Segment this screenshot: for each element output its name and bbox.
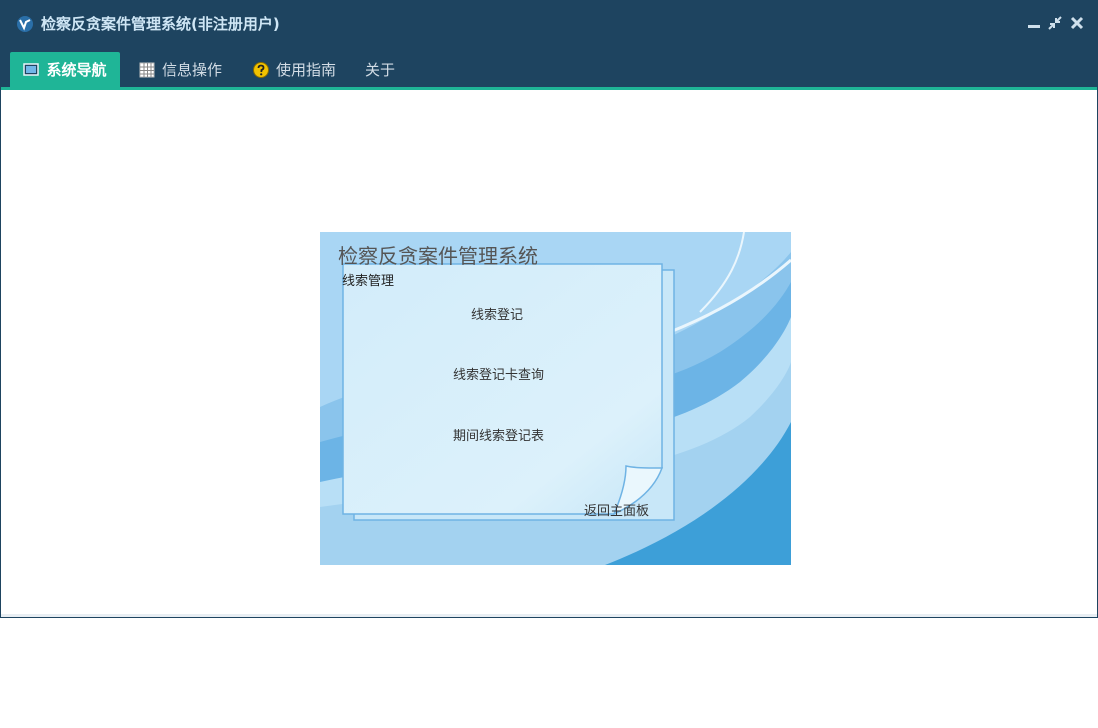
menu-item-label: 使用指南 <box>276 61 337 79</box>
menu-item-info-ops[interactable]: 信息操作 <box>139 52 222 87</box>
app-logo-icon <box>17 16 33 32</box>
back-to-main-link[interactable]: 返回主面板 <box>584 500 649 519</box>
minimize-icon[interactable] <box>1026 15 1042 31</box>
link-clue-registration[interactable]: 线索登记 <box>471 304 523 323</box>
link-clue-card-query[interactable]: 线索登记卡查询 <box>453 364 544 383</box>
menu-item-label: 系统导航 <box>46 61 107 79</box>
window-title: 检察反贪案件管理系统(非注册用户) <box>41 15 280 33</box>
monitor-icon <box>23 62 40 76</box>
menu-item-label: 关于 <box>365 61 396 79</box>
content-bottom-border <box>1 614 1097 617</box>
restore-icon[interactable] <box>1047 15 1063 31</box>
panel-title: 检察反贪案件管理系统 <box>338 244 538 268</box>
menu-item-user-guide[interactable]: 使用指南 <box>253 52 336 87</box>
app-window: 检察反贪案件管理系统(非注册用户) 系统导航 信息操作 使用指南 关于 检察反贪… <box>0 0 1098 618</box>
help-icon <box>253 61 269 78</box>
menu-item-about[interactable]: 关于 <box>365 52 395 87</box>
navigation-panel: 检察反贪案件管理系统 线索管理 线索登记 线索登记卡查询 期间线索登记表 返回主… <box>320 232 791 565</box>
section-label: 线索管理 <box>342 274 395 289</box>
menu-item-label: 信息操作 <box>162 61 223 79</box>
menu-bar: 系统导航 信息操作 使用指南 关于 <box>1 47 1097 87</box>
link-period-clue-table[interactable]: 期间线索登记表 <box>453 425 544 444</box>
close-icon[interactable] <box>1069 15 1085 31</box>
menu-item-system-nav[interactable]: 系统导航 <box>10 52 120 87</box>
grid-icon <box>139 62 155 77</box>
title-bar[interactable]: 检察反贪案件管理系统(非注册用户) <box>1 1 1097 47</box>
